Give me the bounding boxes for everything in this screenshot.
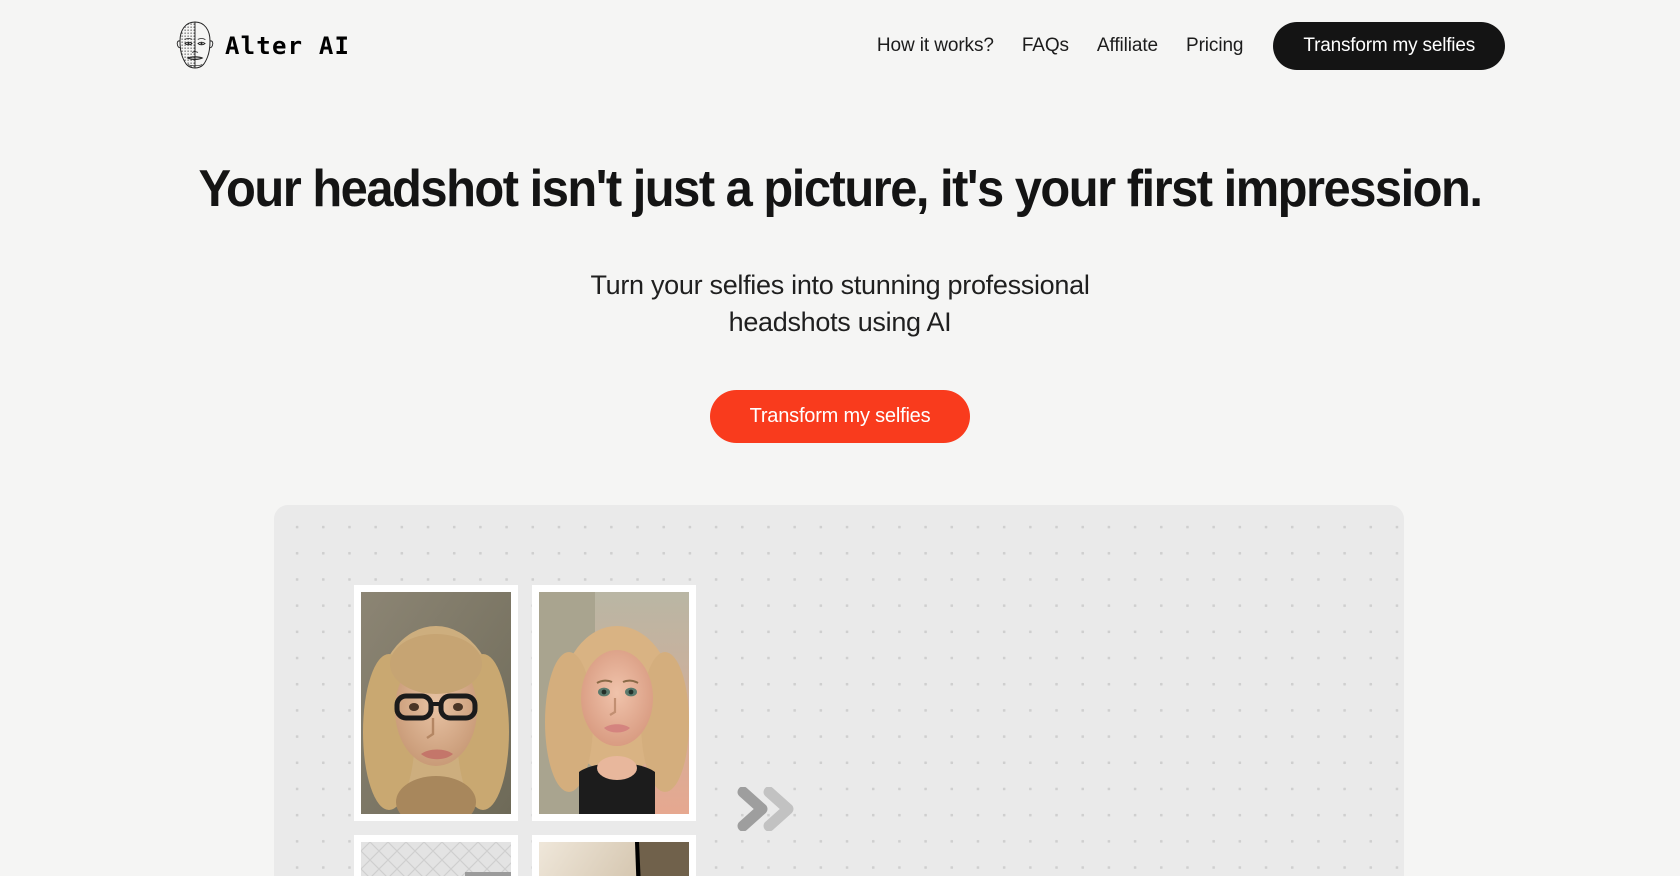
hero-transform-selfies-button[interactable]: Transform my selfies xyxy=(709,390,971,443)
brand-logo[interactable]: Alter AI xyxy=(175,20,350,72)
selfie-person-wavy-hair-image xyxy=(539,842,689,876)
primary-navigation: How it works? FAQs Affiliate Pricing Tra… xyxy=(863,22,1505,70)
selfie-woman-curly-blonde-image xyxy=(539,592,689,814)
double-chevron-right-icon xyxy=(734,787,798,831)
selfie-photo-card[interactable] xyxy=(532,585,696,821)
header-transform-selfies-button[interactable]: Transform my selfies xyxy=(1273,22,1505,70)
nav-link-affiliate[interactable]: Affiliate xyxy=(1083,35,1172,57)
page-title: Your headshot isn't just a picture, it's… xyxy=(198,160,1483,218)
landing-page: Alter AI How it works? FAQs Affiliate Pr… xyxy=(0,0,1680,876)
selfie-woman-glasses-blonde-image xyxy=(361,592,511,814)
selfie-photo-grid xyxy=(354,585,696,876)
nav-link-faqs[interactable]: FAQs xyxy=(1008,35,1083,57)
chevron-right-icon xyxy=(763,787,794,831)
nav-link-pricing[interactable]: Pricing xyxy=(1172,35,1257,57)
selfie-photo-card[interactable] xyxy=(532,835,696,876)
selfie-photo-card[interactable] xyxy=(354,585,518,821)
site-header: Alter AI How it works? FAQs Affiliate Pr… xyxy=(0,0,1680,92)
hero-subheadline: Turn your selfies into stunning professi… xyxy=(0,267,1680,342)
brand-name: Alter AI xyxy=(225,32,351,60)
face-illustration-icon xyxy=(175,20,215,72)
selfie-woman-dark-hair-image xyxy=(361,842,511,876)
selfie-photo-card[interactable] xyxy=(354,835,518,876)
showcase-panel xyxy=(274,505,1404,876)
hero-cta-container: Transform my selfies xyxy=(0,390,1680,443)
hero-subheadline-line-1: Turn your selfies into stunning professi… xyxy=(590,270,1090,300)
nav-link-how-it-works[interactable]: How it works? xyxy=(863,35,1008,57)
hero-subheadline-line-2: headshots using AI xyxy=(728,307,952,338)
